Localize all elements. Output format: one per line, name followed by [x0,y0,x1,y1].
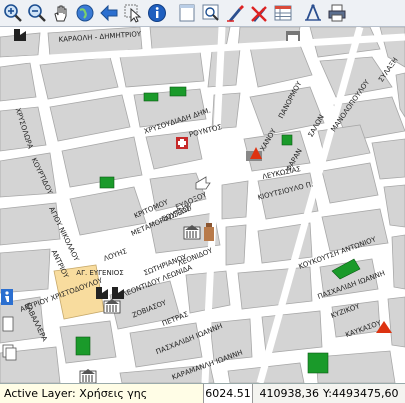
globe-icon[interactable] [74,2,96,24]
print-icon[interactable] [326,2,348,24]
museum-icon[interactable] [79,369,97,383]
hospital-icon[interactable] [176,137,188,149]
pin-icon[interactable] [2,316,14,332]
zoom-out-icon[interactable] [26,2,48,24]
pan-hand-icon[interactable] [50,2,72,24]
museum-icon[interactable] [183,225,201,240]
map-scale-value: 6024.51 [204,384,253,403]
select-pointer-icon[interactable] [122,2,144,24]
draw-tool-icon[interactable] [224,2,246,24]
active-layer-label: Active Layer: Χρήσεις γης [0,384,204,403]
erase-tool-icon[interactable] [248,2,270,24]
print-icon[interactable] [286,31,300,41]
back-arrow-icon[interactable] [98,2,120,24]
info-icon[interactable] [146,2,168,24]
map-toolbar [0,0,405,27]
status-bar: Active Layer: Χρήσεις γης 6024.51 410938… [0,383,405,403]
coordinate-y: Y:4493475,60 [323,387,399,400]
table-icon[interactable] [272,2,294,24]
accessibility-icon[interactable] [1,289,13,305]
zoom-window-icon[interactable] [200,2,222,24]
measure-icon[interactable] [302,2,324,24]
coordinate-x: 410938,36 [259,387,320,400]
map-canvas[interactable]: ΚΑΡΑΟΛΗ - ΔΗΜΗΤΡΙΟΥ ΧΡΥΣΟΛΩΡΑ ΧΡΥΣΟΥΔΙΑΔ… [0,27,405,383]
zoom-in-icon[interactable] [2,2,24,24]
museum-icon[interactable] [103,299,121,314]
blank-page-icon[interactable] [176,2,198,24]
